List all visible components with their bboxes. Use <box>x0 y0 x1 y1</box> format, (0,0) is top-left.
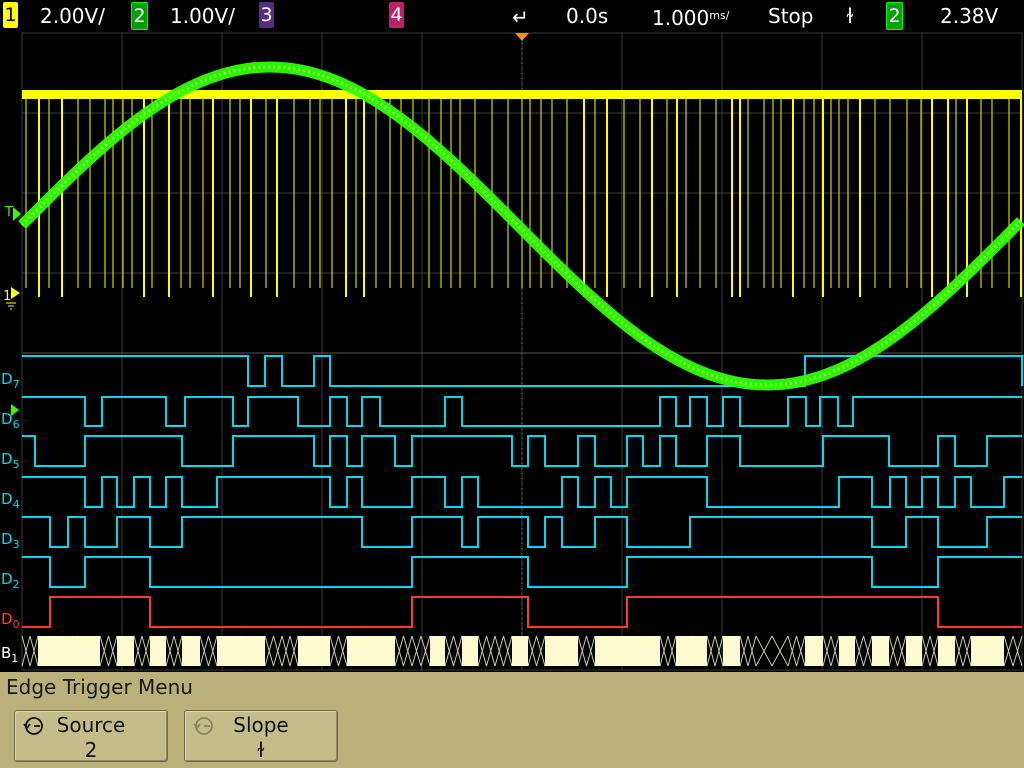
bus-data-segment <box>117 636 134 666</box>
digital-label-sub: 3 <box>13 538 20 551</box>
bus-data-segment <box>723 636 740 666</box>
bus-transition <box>477 635 496 667</box>
bus-data-segment <box>347 636 395 666</box>
bus-transition <box>527 635 546 667</box>
status-bar: 1 2.00V/ 2 1.00V/ 3 4 ↵ 0.0s 1.000ms/ St… <box>0 0 1024 32</box>
bus-transition <box>199 635 218 667</box>
trigger-slope-icon: ɫ <box>846 4 854 28</box>
ch1-ground-marker: 1 <box>3 289 11 304</box>
bus-transition <box>921 635 939 667</box>
digital-label-d7: D7 <box>1 370 20 391</box>
bus-transition <box>787 635 806 667</box>
digital-label-d6: D6 <box>1 410 20 431</box>
run-state[interactable]: Stop <box>768 3 813 29</box>
bus-transition <box>577 635 596 667</box>
trigger-level-arrow <box>13 207 21 221</box>
digital-label-sub: 5 <box>13 458 20 471</box>
bus-transition <box>954 635 972 667</box>
bus-transition <box>411 635 431 667</box>
digital-label-sub: 0 <box>13 618 20 631</box>
bus-label-sub: 1 <box>11 652 18 665</box>
bus-data-segment <box>182 636 200 666</box>
trigger-position-marker[interactable] <box>515 33 529 41</box>
bus-transition <box>822 635 840 667</box>
time-position[interactable]: 0.0s <box>566 3 608 29</box>
channel-3-badge[interactable]: 3 <box>259 2 274 28</box>
slope-softkey[interactable]: Slope ɫ <box>184 710 338 762</box>
bus-transition <box>755 635 789 667</box>
bus-transition <box>494 635 513 667</box>
trigger-channel-arrow <box>11 404 19 416</box>
trigger-level[interactable]: 2.38V <box>940 3 998 29</box>
digital-label-d4: D4 <box>1 490 20 511</box>
bus-data-segment <box>298 636 330 666</box>
bus-data-segment <box>676 636 707 666</box>
digital-label-d2: D2 <box>1 570 20 591</box>
bus-transition <box>888 635 907 667</box>
channel-2-scale[interactable]: 1.00V/ <box>170 3 235 29</box>
bus-data-segment <box>217 636 265 666</box>
bus-data-segment <box>971 636 1004 666</box>
bus-transition <box>99 635 118 667</box>
rotate-knob-icon <box>21 715 47 742</box>
digital-label-sub: 2 <box>13 578 20 591</box>
bus-transition <box>329 635 348 667</box>
softkey-menu: Edge Trigger Menu Source 2 Slope ɫ <box>0 672 1024 768</box>
time-base[interactable]: 1.000ms/ <box>652 3 730 30</box>
trigger-source-badge[interactable]: 2 <box>886 2 903 30</box>
bus-data-segment <box>430 636 445 666</box>
ch1-ground-arrow <box>11 287 20 299</box>
bus-transition <box>659 635 677 667</box>
rotate-knob-icon <box>191 715 217 742</box>
digital-label-d0: D0 <box>1 610 20 631</box>
trigger-position-triangle <box>515 33 529 41</box>
bus-data-segment <box>150 636 166 666</box>
channel-2-badge[interactable]: 2 <box>131 2 148 30</box>
bus-transition <box>21 635 39 667</box>
bus-transition <box>165 635 183 667</box>
bus-transition <box>394 635 413 667</box>
digital-label-sub: 6 <box>13 418 20 431</box>
bus-label: B1 <box>1 644 18 665</box>
bus-data-segment <box>872 636 889 666</box>
channel-4-badge[interactable]: 4 <box>389 2 404 28</box>
bus-transition <box>264 635 283 667</box>
bus-transition <box>739 635 757 667</box>
trigger-position-icon: ↵ <box>512 5 529 29</box>
bus-data-segment <box>545 636 578 666</box>
bus-transition <box>281 635 299 667</box>
bus-transition <box>706 635 724 667</box>
digital-label-d5: D5 <box>1 450 20 471</box>
bus-transition <box>854 635 873 667</box>
waveform-display: D7D6D5D4D3D2D0T1B1 <box>1 32 1024 671</box>
source-softkey[interactable]: Source 2 <box>14 710 168 762</box>
bus-data-segment <box>938 636 955 666</box>
bus-transition <box>133 635 151 667</box>
menu-title: Edge Trigger Menu <box>6 675 193 699</box>
digital-label-d3: D3 <box>1 530 20 551</box>
bus-data-segment <box>462 636 478 666</box>
channel-1-scale[interactable]: 2.00V/ <box>40 3 105 29</box>
bus-transition <box>444 635 463 667</box>
bus-data-segment <box>906 636 922 666</box>
bus-transition <box>1003 635 1023 667</box>
digital-label-sub: 7 <box>13 378 20 391</box>
bus-data-segment <box>839 636 855 666</box>
channel-labels: D7D6D5D4D3D2D0T1B1 <box>1 205 21 665</box>
bus-data-segment <box>805 636 823 666</box>
bus-data-segment <box>512 636 528 666</box>
trigger-level-marker: T <box>4 205 13 220</box>
time-base-unit: ms/ <box>709 9 730 22</box>
channel-1-badge[interactable]: 1 <box>3 2 18 28</box>
digital-label-sub: 4 <box>13 498 20 511</box>
bus-b1-trace <box>21 635 1023 667</box>
